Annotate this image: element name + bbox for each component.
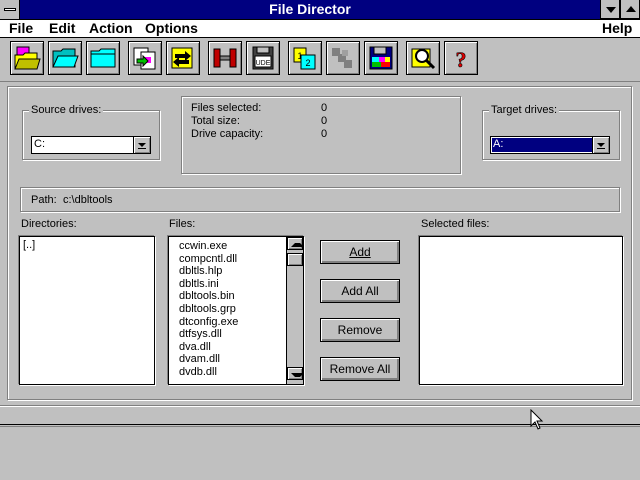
target-drives-value: A: <box>493 138 504 150</box>
toolbar-button-copy[interactable] <box>128 41 162 75</box>
maximize-icon <box>626 6 636 12</box>
menu-action[interactable]: Action <box>89 20 133 37</box>
toolbar-button-defrag[interactable] <box>364 41 398 75</box>
menu-options[interactable]: Options <box>145 20 198 37</box>
help-icon: ? <box>455 47 467 71</box>
list-item[interactable]: dtfsys.dll <box>174 328 285 341</box>
source-dropdown-arrow[interactable] <box>133 137 150 153</box>
directories-list[interactable]: [..] <box>19 236 155 385</box>
target-drives-select[interactable]: A: <box>490 136 610 154</box>
remove-all-button[interactable]: Remove All <box>320 357 400 381</box>
files-list[interactable]: ccwin.exe compcntl.dll dbltls.hlp dbltls… <box>168 236 304 385</box>
window-title: File Director <box>269 1 351 17</box>
system-menu-icon <box>4 8 16 11</box>
list-item[interactable]: dbltls.hlp <box>174 265 285 278</box>
path-value: c:\dbltools <box>63 194 113 206</box>
list-item[interactable]: compcntl.dll <box>174 253 285 266</box>
directory-item-parent[interactable]: [..] <box>23 239 35 251</box>
source-drives-select[interactable]: C: <box>31 136 151 154</box>
add-all-button-label: Add All <box>341 284 379 298</box>
svg-text:?: ? <box>456 47 467 71</box>
open-folder-pink-icon <box>14 46 41 70</box>
desktop-area <box>0 426 640 480</box>
system-menu-button[interactable] <box>0 0 20 19</box>
minimize-button[interactable] <box>600 0 620 19</box>
list-item[interactable]: dvam.dll <box>174 353 285 366</box>
scroll-thumb[interactable] <box>287 253 303 266</box>
defrag-disk-icon <box>369 46 393 70</box>
menu-edit[interactable]: Edit <box>49 20 75 37</box>
target-drives-highlight <box>491 137 594 153</box>
remove-button-label: Remove <box>337 323 383 337</box>
target-dropdown-arrow[interactable] <box>592 137 609 153</box>
drive-capacity-label: Drive capacity: <box>191 128 264 140</box>
mouse-cursor-icon <box>530 409 544 430</box>
path-label: Path: <box>31 194 57 206</box>
toolbar-button-compress[interactable] <box>208 41 242 75</box>
directories-label: Directories: <box>21 218 77 230</box>
files-scrollbar[interactable] <box>286 237 304 384</box>
add-button-label: Add <box>349 245 371 259</box>
scroll-up-icon <box>291 243 304 247</box>
list-item[interactable]: dvdb.dll <box>174 366 285 379</box>
open-folder-icon <box>52 48 79 68</box>
selected-files-label: Selected files: <box>421 218 490 230</box>
list-item[interactable]: dbltools.bin <box>174 290 285 303</box>
toolbar-button-open-folder[interactable] <box>48 41 82 75</box>
list-item[interactable]: dtconfig.exe <box>174 316 285 329</box>
menu-help[interactable]: Help <box>602 20 632 37</box>
svg-text:2: 2 <box>305 58 310 68</box>
scroll-up-button[interactable] <box>287 237 304 250</box>
ude-disk-icon: UDE <box>252 46 274 70</box>
total-size-label: Total size: <box>191 115 240 127</box>
svg-text:UDE: UDE <box>256 60 271 67</box>
toolbar-button-move[interactable] <box>166 41 200 75</box>
list-item[interactable]: dva.dll <box>174 341 285 354</box>
files-selected-value: 0 <box>321 102 328 114</box>
menu-file[interactable]: File <box>9 20 33 37</box>
files-label: Files: <box>169 218 196 230</box>
drive-capacity-value: 0 <box>321 128 328 140</box>
scroll-down-icon <box>291 373 304 377</box>
move-files-icon <box>171 47 193 69</box>
copy-files-icon <box>133 47 156 70</box>
list-item[interactable]: dbltools.grp <box>174 303 285 316</box>
target-drives-label: Target drives: <box>489 104 560 116</box>
maximize-button[interactable] <box>620 0 640 19</box>
toolbar-button-disabled[interactable] <box>326 41 360 75</box>
status-bar <box>0 405 640 425</box>
selected-files-list[interactable] <box>419 236 623 385</box>
files-selected-label: Files selected: <box>191 102 262 114</box>
toolbar-button-ude[interactable]: UDE <box>246 41 280 75</box>
add-all-button[interactable]: Add All <box>320 279 400 303</box>
add-button[interactable]: Add <box>320 240 400 264</box>
folder-icon <box>90 48 116 68</box>
files-items: ccwin.exe compcntl.dll dbltls.hlp dbltls… <box>169 240 285 378</box>
disabled-chain-icon <box>332 48 352 68</box>
total-size-value: 0 <box>321 115 328 127</box>
source-drives-label: Source drives: <box>29 104 104 116</box>
minimize-icon <box>606 7 616 13</box>
find-file-icon <box>411 48 436 70</box>
list-item[interactable]: dbltls.ini <box>174 278 285 291</box>
toolbar-button-diskcopy[interactable]: 1 2 <box>288 41 322 75</box>
list-item[interactable]: ccwin.exe <box>174 240 285 253</box>
toolbar-button-help[interactable]: ? <box>444 41 478 75</box>
toolbar-button-open-pink[interactable] <box>10 41 44 75</box>
remove-all-button-label: Remove All <box>329 362 391 376</box>
toolbar-button-find[interactable] <box>406 41 440 75</box>
remove-button[interactable]: Remove <box>320 318 400 342</box>
toolbar-button-folder[interactable] <box>86 41 120 75</box>
diskette-copy-icon: 1 2 <box>293 47 316 70</box>
scroll-down-button[interactable] <box>287 367 304 380</box>
compress-icon <box>213 48 237 68</box>
source-drives-value: C: <box>34 138 45 150</box>
